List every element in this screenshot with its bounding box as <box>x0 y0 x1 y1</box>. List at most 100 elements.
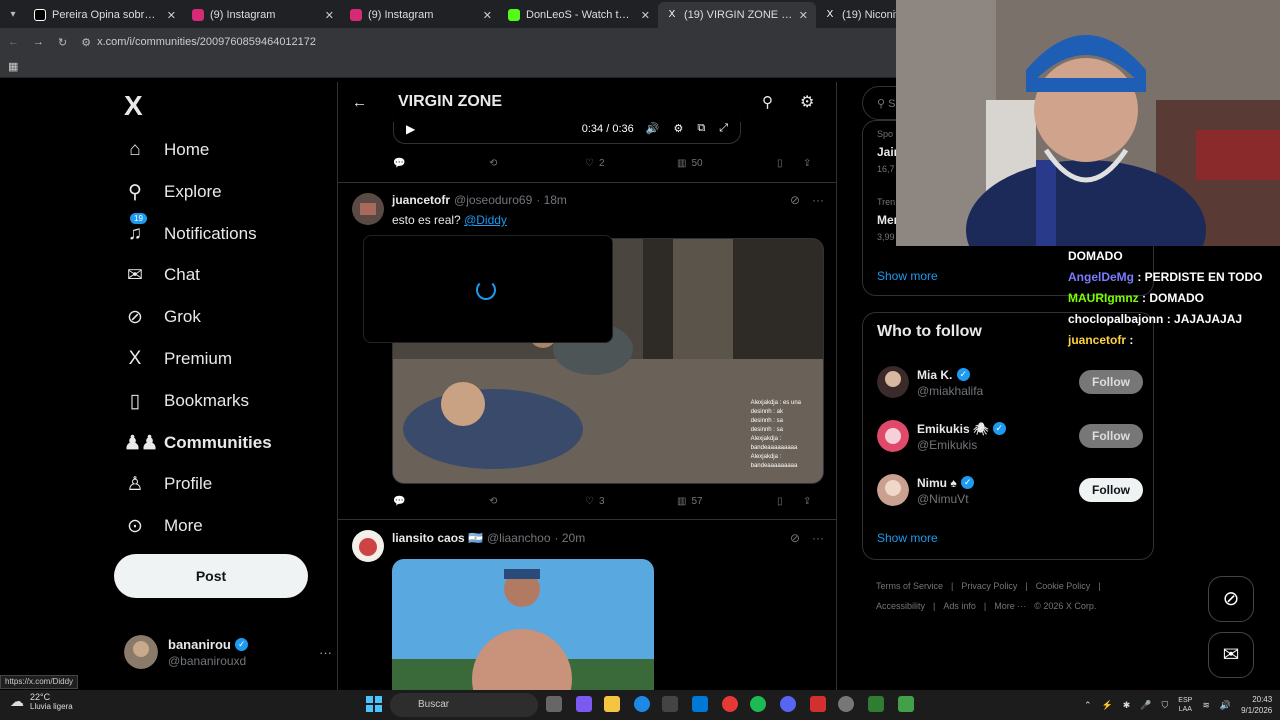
nav-home[interactable]: ⌂ Home <box>124 130 209 170</box>
close-icon[interactable]: ✕ <box>641 9 650 22</box>
shield-icon[interactable]: ⛉ <box>1162 700 1169 711</box>
mic-icon[interactable]: 🎤 <box>1140 700 1151 711</box>
mention-link[interactable]: @Diddy <box>464 213 507 227</box>
back-arrow-icon[interactable]: ← <box>352 94 367 111</box>
reload-icon[interactable]: ↻ <box>58 36 67 49</box>
repost-button[interactable]: ⟲ <box>489 158 585 169</box>
repost-button[interactable]: ⟲ <box>489 496 585 507</box>
nav-more[interactable]: ⊙ More <box>124 506 203 546</box>
site-info-icon[interactable]: ⚙ <box>81 36 91 49</box>
apps-grid-icon[interactable]: ▦ <box>8 60 18 73</box>
chrome-icon[interactable] <box>722 696 738 712</box>
volume-icon[interactable]: 🔊 <box>1220 700 1231 711</box>
post-author-handle[interactable]: @liaanchoo <box>487 531 551 545</box>
show-more-link[interactable]: Show more <box>877 269 938 283</box>
x-logo-icon[interactable]: X <box>124 90 143 122</box>
show-more-link[interactable]: Show more <box>877 531 938 545</box>
nav-grok[interactable]: ⊘ Grok <box>124 297 201 337</box>
footer-link[interactable]: Accessibility <box>876 601 925 611</box>
settings-icon[interactable]: ⚙ <box>673 122 683 135</box>
like-button[interactable]: ♡ 3 <box>585 496 677 507</box>
grok-icon[interactable]: ⊘ <box>790 193 800 207</box>
back-icon[interactable]: ← <box>8 36 19 48</box>
grok-icon[interactable]: ⊘ <box>790 531 800 545</box>
messages-floating-button[interactable]: ✉ <box>1208 632 1254 678</box>
views-button[interactable]: ▥ 57 <box>677 496 777 507</box>
discord-icon[interactable] <box>780 696 796 712</box>
volume-icon[interactable]: 🔊 <box>646 122 660 135</box>
obs-icon[interactable] <box>810 696 826 712</box>
windows-start-icon[interactable] <box>366 696 382 712</box>
post-time[interactable]: · 20m <box>555 531 586 545</box>
views-button[interactable]: ▥ 50 <box>677 158 777 169</box>
more-icon[interactable]: ··· <box>812 193 824 207</box>
footer-link[interactable]: More ··· <box>994 601 1026 611</box>
nav-communities[interactable]: ♟♟ Communities <box>124 423 272 463</box>
nav-chat[interactable]: ✉ Chat <box>124 255 200 295</box>
app-icon[interactable] <box>868 696 884 712</box>
post-author-handle[interactable]: @joseoduro69 <box>454 193 532 207</box>
network-icon[interactable]: ⚡ <box>1102 700 1113 711</box>
excel-icon[interactable] <box>898 696 914 712</box>
close-icon[interactable]: ✕ <box>325 9 334 22</box>
footer-link[interactable]: Privacy Policy <box>961 581 1017 591</box>
copilot-icon[interactable] <box>576 696 592 712</box>
like-button[interactable]: ♡ 2 <box>585 158 677 169</box>
close-icon[interactable]: ✕ <box>483 9 492 22</box>
reply-button[interactable]: 💬 <box>393 158 489 169</box>
forward-icon[interactable]: → <box>33 36 44 48</box>
pip-icon[interactable]: ⧉ <box>697 122 705 135</box>
edge-icon[interactable] <box>634 696 650 712</box>
play-icon[interactable]: ▶ <box>406 122 415 136</box>
more-icon[interactable]: ··· <box>812 531 824 545</box>
chevron-up-icon[interactable]: ⌃ <box>1084 700 1092 711</box>
reply-button[interactable]: 💬 <box>393 496 489 507</box>
store-icon[interactable] <box>662 696 678 712</box>
bluetooth-icon[interactable]: ✱ <box>1123 700 1131 711</box>
share-button[interactable]: ⇪ <box>803 496 811 507</box>
follow-button[interactable]: Follow <box>1079 370 1143 394</box>
tab-search-icon[interactable]: ▾ <box>0 0 26 28</box>
post-button[interactable]: Post <box>114 554 308 598</box>
task-view-icon[interactable] <box>546 696 562 712</box>
follow-button[interactable]: Follow <box>1079 424 1143 448</box>
post-image[interactable] <box>392 559 654 690</box>
mail-icon[interactable] <box>692 696 708 712</box>
bookmark-button[interactable]: ▯ <box>777 158 803 169</box>
nav-bookmarks[interactable]: ▯ Bookmarks <box>124 381 249 421</box>
gear-icon[interactable]: ⚙ <box>800 92 814 112</box>
post-time[interactable]: · 18m <box>536 193 567 207</box>
url-field[interactable]: x.com/i/communities/2009760859464012172 <box>97 36 316 48</box>
footer-link[interactable]: Cookie Policy <box>1036 581 1091 591</box>
wifi-icon[interactable]: ≋ <box>1202 700 1210 711</box>
nav-notifications[interactable]: ♫ 19 Notifications <box>124 213 257 254</box>
browser-tab[interactable]: (9) Instagram ✕ <box>184 2 342 28</box>
fullscreen-icon[interactable]: ⤢ <box>719 122 728 135</box>
nav-explore[interactable]: ⚲ Explore <box>124 172 222 212</box>
more-icon[interactable]: ··· <box>319 645 332 660</box>
follow-suggestion[interactable]: Emikukis 🕷 ✓ @Emikukis Follow <box>877 419 1143 453</box>
browser-tab[interactable]: Pereira Opina sobre Bauleti en ✕ <box>26 2 184 28</box>
close-icon[interactable]: ✕ <box>799 9 808 22</box>
clock[interactable]: 20:43 9/1/2026 <box>1241 694 1272 716</box>
footer-link[interactable]: Ads info <box>943 601 976 611</box>
share-button[interactable]: ⇪ <box>803 158 811 169</box>
grok-floating-button[interactable]: ⊘ <box>1208 576 1254 622</box>
weather-widget[interactable]: ☁ 22°C Lluvia ligera <box>10 692 73 711</box>
post-author-name[interactable]: liansito caos 🇦🇷 <box>392 531 483 545</box>
spotify-icon[interactable] <box>750 696 766 712</box>
footer-link[interactable]: Terms of Service <box>876 581 943 591</box>
search-icon[interactable]: ⚲ <box>762 93 773 111</box>
post-author-name[interactable]: juancetofr <box>392 193 450 207</box>
language-indicator[interactable]: ESP LAA <box>1178 696 1192 714</box>
file-explorer-icon[interactable] <box>604 696 620 712</box>
browser-tab[interactable]: DonLeoS - Watch the VOD on ✕ <box>500 2 658 28</box>
follow-button[interactable]: Follow <box>1079 478 1143 502</box>
app-icon[interactable] <box>838 696 854 712</box>
nav-profile[interactable]: ♙ Profile <box>124 464 212 504</box>
nav-premium[interactable]: X Premium <box>124 339 232 379</box>
taskbar-search[interactable]: Buscar <box>390 693 538 717</box>
browser-tab-active[interactable]: X (19) VIRGIN ZONE Community ✕ <box>658 2 816 28</box>
browser-tab[interactable]: (9) Instagram ✕ <box>342 2 500 28</box>
follow-suggestion[interactable]: Nimu ♠ ✓ @NimuVt Follow <box>877 473 1143 507</box>
